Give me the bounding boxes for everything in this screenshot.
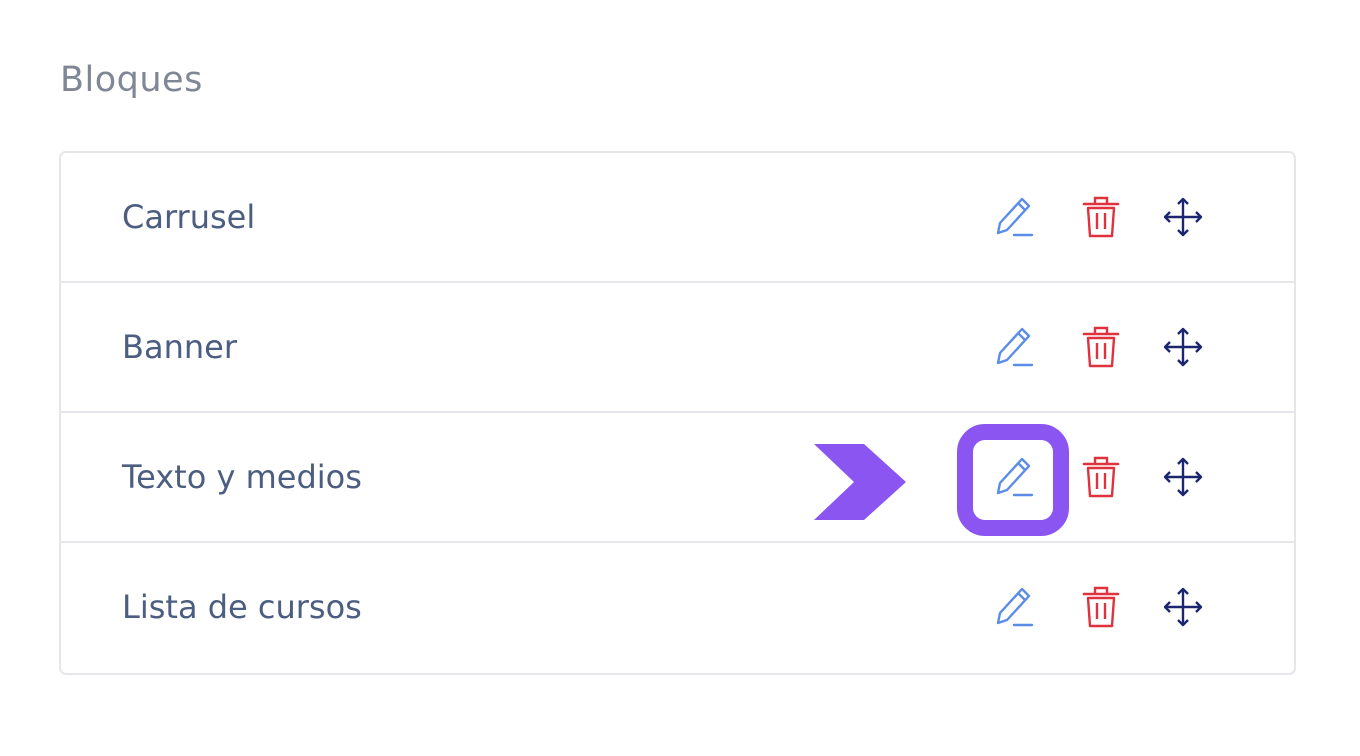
delete-button[interactable]	[1075, 191, 1127, 243]
edit-button[interactable]	[989, 581, 1041, 633]
trash-icon	[1082, 586, 1120, 628]
pencil-icon	[996, 327, 1034, 367]
block-row-texto-y-medios: Texto y medios	[61, 413, 1294, 543]
move-arrows-icon	[1163, 197, 1203, 237]
delete-button[interactable]	[1075, 451, 1127, 503]
move-handle[interactable]	[1157, 581, 1209, 633]
edit-highlight-box	[957, 424, 1069, 536]
delete-button[interactable]	[1075, 321, 1127, 373]
block-row-lista-de-cursos: Lista de cursos	[61, 543, 1294, 671]
pointer-arrow-icon	[814, 444, 906, 520]
move-handle[interactable]	[1157, 321, 1209, 373]
move-arrows-icon	[1163, 457, 1203, 497]
block-name: Carrusel	[122, 198, 256, 236]
pencil-icon	[996, 197, 1034, 237]
block-row-banner: Banner	[61, 283, 1294, 413]
block-list: Carrusel Banner Texto y medios Lista de …	[59, 151, 1296, 675]
edit-button[interactable]	[989, 191, 1041, 243]
delete-button[interactable]	[1075, 581, 1127, 633]
trash-icon	[1082, 326, 1120, 368]
block-row-carrusel: Carrusel	[61, 153, 1294, 283]
section-title: Bloques	[60, 60, 203, 100]
move-arrows-icon	[1163, 587, 1203, 627]
move-handle[interactable]	[1157, 191, 1209, 243]
trash-icon	[1082, 196, 1120, 238]
block-name: Texto y medios	[122, 458, 362, 496]
pencil-icon	[996, 587, 1034, 627]
edit-button[interactable]	[989, 321, 1041, 373]
move-arrows-icon	[1163, 327, 1203, 367]
block-name: Banner	[122, 328, 237, 366]
move-handle[interactable]	[1157, 451, 1209, 503]
trash-icon	[1082, 456, 1120, 498]
block-name: Lista de cursos	[122, 588, 362, 626]
